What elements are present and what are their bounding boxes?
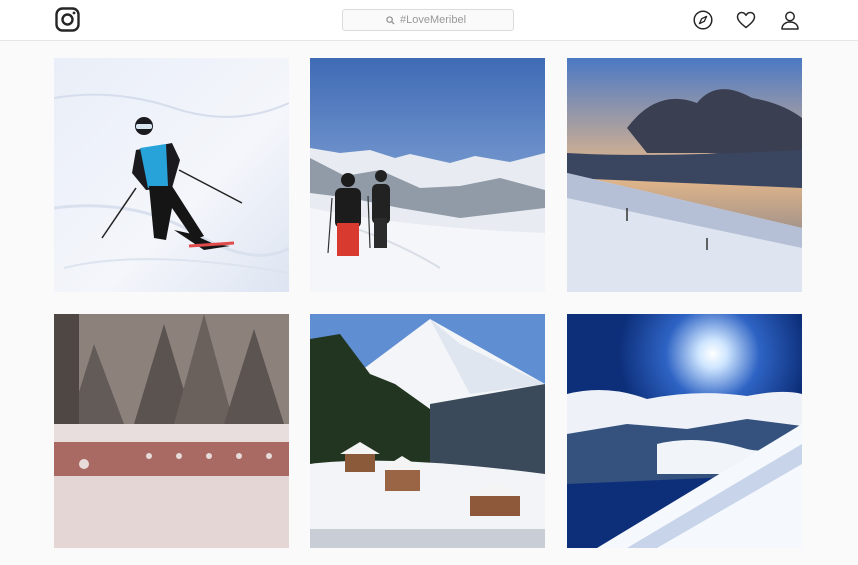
post-thumbnail-snowy-balcony[interactable] [54,314,289,548]
post-thumbnail-ski-village[interactable] [310,314,545,548]
post-thumbnail-sun-clouds[interactable] [567,314,802,548]
post-thumbnail-skiers-view[interactable] [310,58,545,292]
post-thumbnail-sunset-slope[interactable] [567,58,802,292]
post-thumbnail-skier[interactable] [54,58,289,292]
photo-grid [0,0,858,565]
